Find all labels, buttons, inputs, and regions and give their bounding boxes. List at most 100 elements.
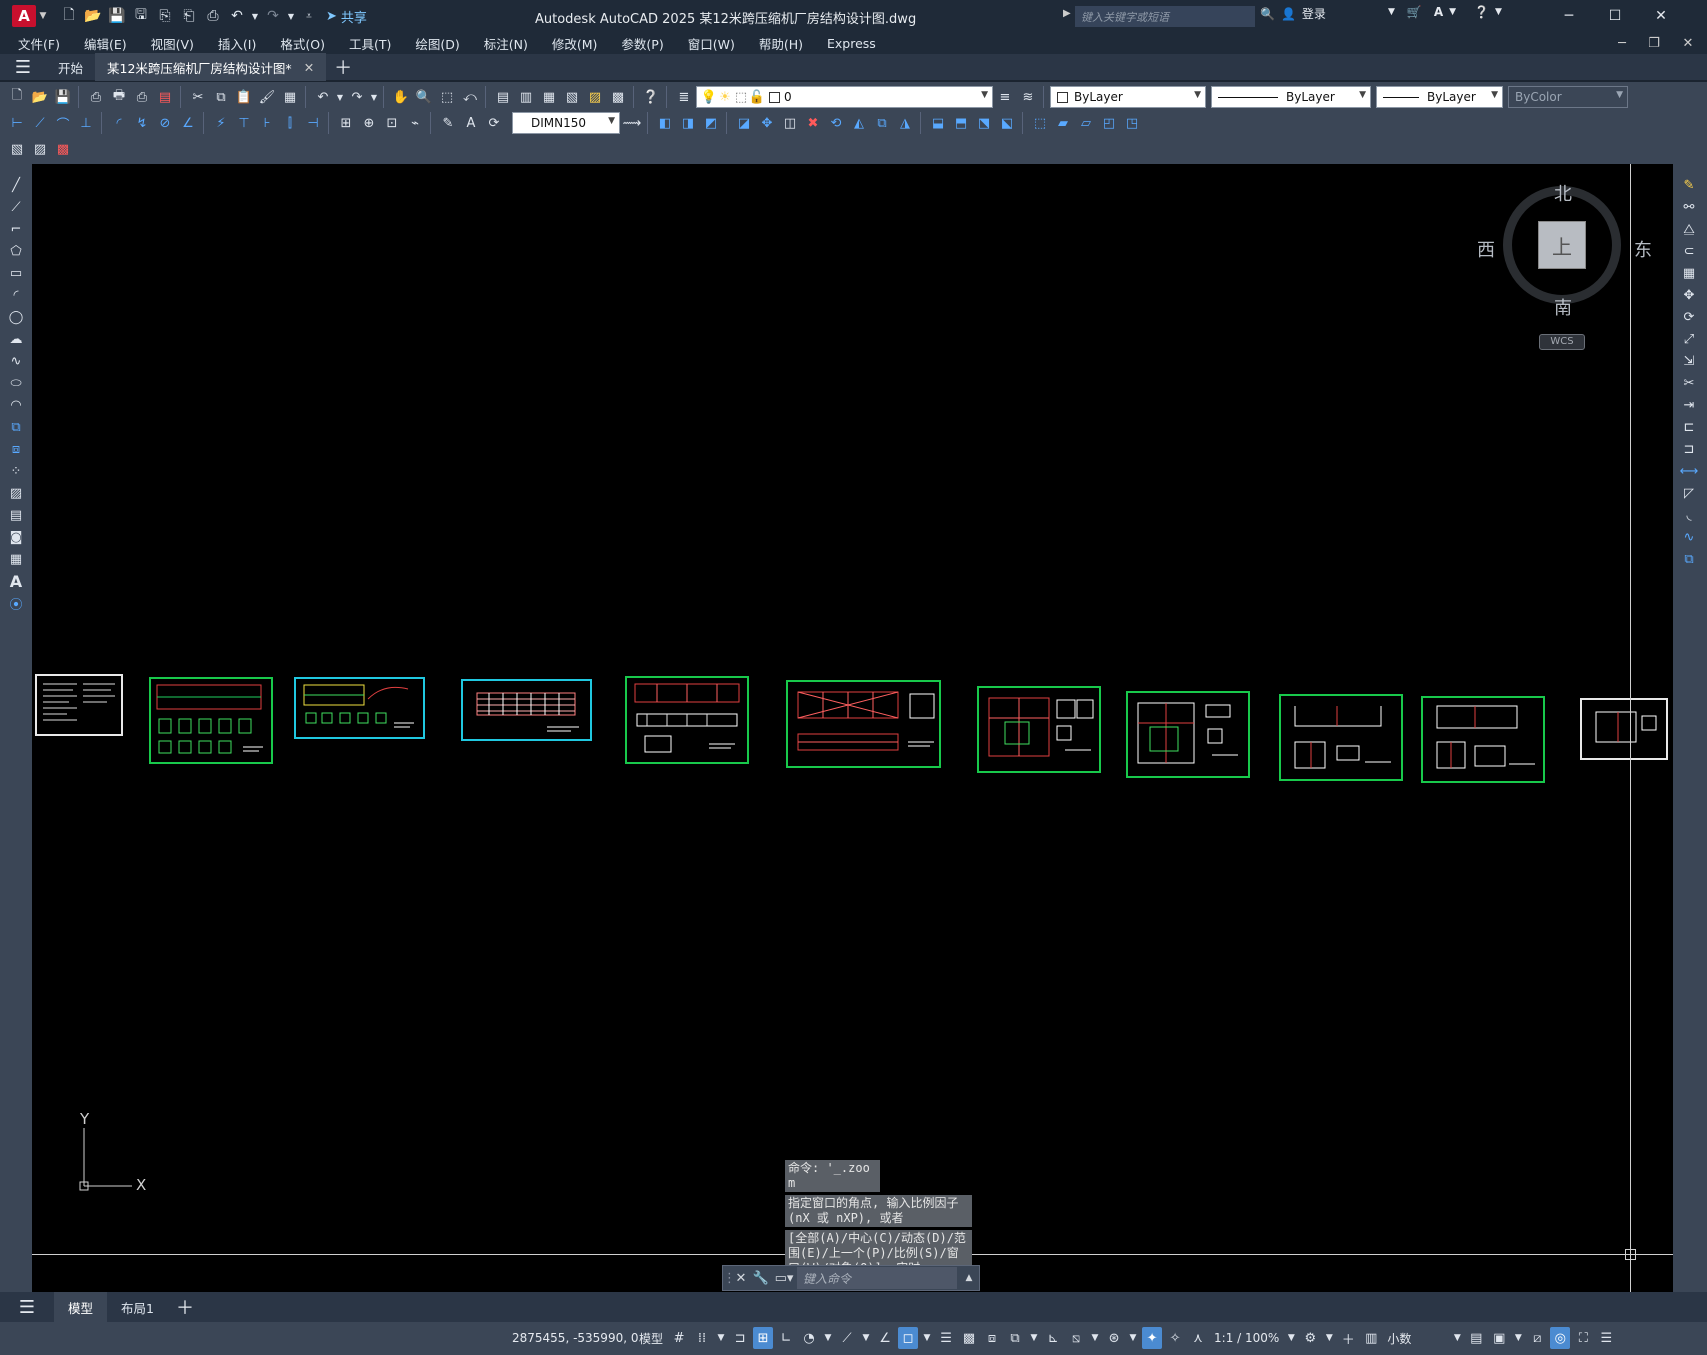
- insert-block-icon[interactable]: ⧉: [4, 416, 28, 438]
- snap-dropdown-icon[interactable]: ▼: [715, 1327, 727, 1349]
- quick-dimension-icon[interactable]: ⚡: [210, 112, 232, 134]
- compass-east[interactable]: 东: [1634, 236, 1652, 262]
- save-to-web-icon[interactable]: ⎗: [178, 5, 200, 27]
- ellipse-arc-icon[interactable]: ◠: [4, 394, 28, 416]
- new-tab-button[interactable]: ＋: [334, 54, 352, 80]
- array-icon[interactable]: ▦: [1677, 262, 1701, 284]
- arc-icon[interactable]: ◜: [4, 284, 28, 306]
- tab-layout1[interactable]: 布局1: [107, 1292, 168, 1322]
- chevron-down-icon[interactable]: ▼: [1491, 90, 1498, 100]
- wcs-menu[interactable]: WCS: [1539, 334, 1585, 350]
- chamfer-icon[interactable]: ◸: [1677, 482, 1701, 504]
- close-tab-icon[interactable]: ✕: [304, 60, 314, 75]
- rotate-icon[interactable]: ⟳: [1677, 306, 1701, 328]
- clean-screen-icon[interactable]: ⛶: [1573, 1327, 1593, 1349]
- extend-icon[interactable]: ⇥: [1677, 394, 1701, 416]
- isodraft-dropdown-icon[interactable]: ▼: [860, 1327, 872, 1349]
- move-faces-icon[interactable]: ✥: [756, 112, 778, 134]
- rectangle-icon[interactable]: ▭: [4, 262, 28, 284]
- taper-faces-icon[interactable]: ◭: [848, 112, 870, 134]
- selection-filter-icon[interactable]: ⧅: [1066, 1327, 1086, 1349]
- sheet-set-icon[interactable]: ▧: [561, 86, 583, 108]
- osnap-dropdown-icon[interactable]: ▼: [921, 1327, 933, 1349]
- command-grip-icon[interactable]: ⋮: [723, 1271, 736, 1286]
- color-faces-icon[interactable]: ◮: [894, 112, 916, 134]
- extrude-faces-icon[interactable]: ◪: [733, 112, 755, 134]
- close-button[interactable]: ✕: [1638, 0, 1684, 32]
- infer-constraints-icon[interactable]: ⊐: [730, 1327, 750, 1349]
- clean-icon[interactable]: ⬒: [950, 112, 972, 134]
- angular-dimension-icon[interactable]: ∠: [177, 112, 199, 134]
- annotation-visibility-icon[interactable]: ✦: [1142, 1327, 1163, 1349]
- batch-plot-icon[interactable]: ▩: [52, 138, 74, 160]
- save-icon[interactable]: 💾: [106, 5, 128, 27]
- customization-icon[interactable]: ☰: [1596, 1327, 1616, 1349]
- center-mark-icon[interactable]: ⊕: [358, 112, 380, 134]
- cut-icon[interactable]: ✂: [187, 86, 209, 108]
- imprint-icon[interactable]: ⬓: [927, 112, 949, 134]
- pan-icon[interactable]: ✋: [390, 86, 412, 108]
- circle-icon[interactable]: ◯: [4, 306, 28, 328]
- solid-union-icon[interactable]: ◧: [654, 112, 676, 134]
- minimize-button[interactable]: ─: [1546, 0, 1592, 32]
- app-menu-caret-icon[interactable]: ▼: [36, 11, 50, 21]
- grid-icon[interactable]: #: [669, 1327, 689, 1349]
- units-icon[interactable]: ▥: [1361, 1327, 1381, 1349]
- table-icon[interactable]: ▦: [4, 548, 28, 570]
- dimension-break-icon[interactable]: ⊣: [302, 112, 324, 134]
- plotstyle-dropdown[interactable]: ByColor ▼: [1508, 86, 1628, 108]
- offset-faces-icon[interactable]: ◫: [779, 112, 801, 134]
- dimension-style-icon[interactable]: ⟿: [621, 112, 643, 134]
- layer-viewport-icon[interactable]: ⬚: [733, 86, 749, 108]
- dimension-update-icon[interactable]: ⟳: [483, 112, 505, 134]
- color-dropdown[interactable]: ByLayer ▼: [1050, 86, 1206, 108]
- coordinates-display[interactable]: 2875455, -535990, 0: [512, 1331, 638, 1345]
- drawing-sheet[interactable]: [294, 677, 425, 739]
- paste-icon[interactable]: 📋: [233, 86, 255, 108]
- 3d-object-snap-icon[interactable]: ⧉: [1005, 1327, 1025, 1349]
- make-block-icon[interactable]: ⧈: [4, 438, 28, 460]
- save-as-icon[interactable]: 🖫: [130, 5, 152, 27]
- lineweight-display-icon[interactable]: ☰: [936, 1327, 956, 1349]
- chevron-down-icon[interactable]: ▼: [608, 116, 615, 126]
- ordinate-dimension-icon[interactable]: ⊥: [75, 112, 97, 134]
- menu-file[interactable]: 文件(F): [0, 34, 72, 53]
- markup-icon[interactable]: ▨: [584, 86, 606, 108]
- dimstyle-dropdown[interactable]: DIMN150 ▼: [512, 112, 620, 134]
- undo-icon[interactable]: ↶: [312, 86, 334, 108]
- offset-icon[interactable]: ⊂: [1677, 240, 1701, 262]
- compass-south[interactable]: 南: [1554, 294, 1572, 320]
- selection-cycling-icon[interactable]: ⧈: [982, 1327, 1002, 1349]
- command-history-toggle-icon[interactable]: ▲: [959, 1273, 979, 1283]
- layer-on-icon[interactable]: 💡: [701, 86, 717, 108]
- lock-ui-icon[interactable]: ▣: [1489, 1327, 1509, 1349]
- gizmo-icon[interactable]: ⊛: [1104, 1327, 1124, 1349]
- drawing-sheet[interactable]: [625, 676, 749, 764]
- filter-dropdown-icon[interactable]: ▼: [1089, 1327, 1101, 1349]
- copy-object-icon[interactable]: ⚯: [1677, 196, 1701, 218]
- help-icon[interactable]: ❔: [640, 86, 662, 108]
- publish-to-web-icon[interactable]: ▧: [6, 138, 28, 160]
- share-button[interactable]: ➤ 共享: [326, 7, 367, 26]
- search-icon[interactable]: 🔍: [1260, 7, 1275, 21]
- scale-dropdown-icon[interactable]: ▼: [1285, 1327, 1297, 1349]
- break-icon[interactable]: ⊐: [1677, 438, 1701, 460]
- block-editor-icon[interactable]: ▦: [279, 86, 301, 108]
- drawing-sheet[interactable]: [1126, 691, 1250, 778]
- tool-palettes-icon[interactable]: ▦: [538, 86, 560, 108]
- polar-tracking-icon[interactable]: ◔: [799, 1327, 819, 1349]
- undo-icon[interactable]: ↶: [226, 5, 248, 27]
- copy-icon[interactable]: ⧉: [210, 86, 232, 108]
- lock-dropdown-icon[interactable]: ▼: [1512, 1327, 1524, 1349]
- menu-draw[interactable]: 绘图(D): [403, 34, 471, 53]
- gizmo-dropdown-icon[interactable]: ▼: [1127, 1327, 1139, 1349]
- layer-dropdown[interactable]: 💡 ☀ ⬚ 🔓 0 ▼: [696, 86, 993, 108]
- undo-dropdown-icon[interactable]: ▼: [335, 86, 345, 108]
- point-icon[interactable]: ⁘: [4, 460, 28, 482]
- isolate-objects-icon[interactable]: ⧄: [1527, 1327, 1547, 1349]
- extract-edges-icon[interactable]: ⬚: [1029, 112, 1051, 134]
- add-selected-icon[interactable]: ⦿: [4, 592, 28, 614]
- viewcube-top-face[interactable]: 上: [1538, 221, 1586, 269]
- auto-scale-icon[interactable]: ✧: [1165, 1327, 1185, 1349]
- redo-dropdown-icon[interactable]: ▼: [286, 5, 296, 27]
